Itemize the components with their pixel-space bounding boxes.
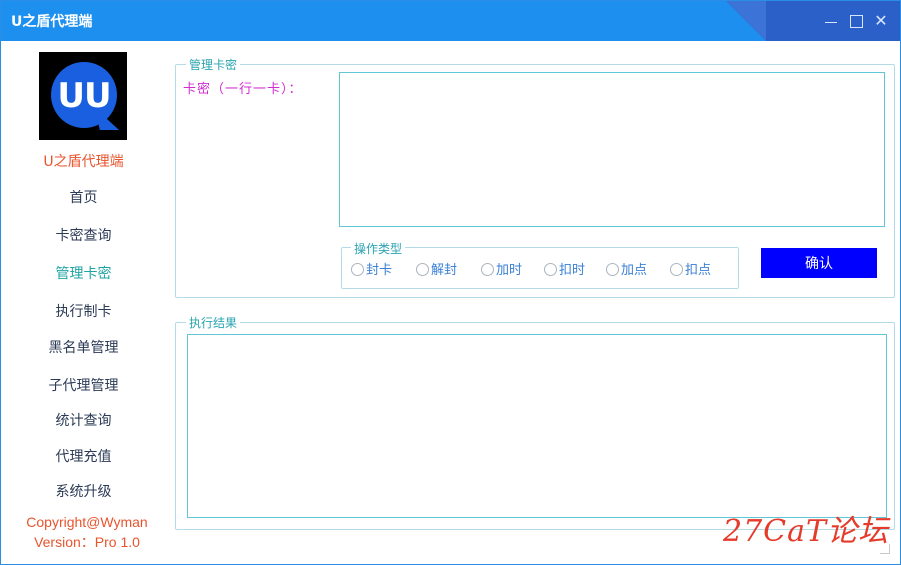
radio-label: 扣时 [559, 263, 586, 278]
result-output-area[interactable] [187, 334, 887, 518]
forum-watermark: 27CaT论坛 [723, 514, 890, 549]
radio-deduct-points[interactable]: 扣点 [670, 259, 712, 278]
radio-ban-card[interactable]: 封卡 [351, 259, 393, 278]
radio-add-points[interactable]: 加点 [606, 259, 648, 278]
sidebar-item-upgrade[interactable]: 系统升级 [1, 481, 166, 501]
radio-circle-icon[interactable] [416, 263, 429, 276]
radio-label: 加时 [496, 263, 523, 278]
app-logo: UU [39, 52, 127, 140]
brand-name: U之盾代理端 [43, 154, 124, 170]
sidebar-item-sub-agents[interactable]: 子代理管理 [1, 375, 166, 395]
sidebar-item-blacklist[interactable]: 黑名单管理 [1, 337, 166, 357]
window-title: U之盾代理端 [11, 14, 93, 30]
sidebar-item-make-cards[interactable]: 执行制卡 [1, 301, 166, 321]
card-input-area[interactable] [339, 72, 885, 227]
radio-circle-icon[interactable] [670, 263, 683, 276]
app-window: U之盾代理端 ✕ UU U之盾代理端 首页 卡密查询 管理卡密 执行制卡 黑名单… [0, 0, 901, 565]
radio-circle-icon[interactable] [481, 263, 494, 276]
radio-unban[interactable]: 解封 [416, 259, 458, 278]
copyright-info: Copyright@Wyman Version：Pro 1.0 [1, 512, 173, 552]
sidebar-item-manage-cards[interactable]: 管理卡密 [1, 263, 166, 283]
close-icon[interactable]: ✕ [873, 13, 889, 29]
sidebar: UU U之盾代理端 首页 卡密查询 管理卡密 执行制卡 黑名单管理 子代理管理 … [1, 41, 166, 564]
manage-cards-group-title: 管理卡密 [186, 56, 241, 73]
radio-circle-icon[interactable] [351, 263, 364, 276]
sidebar-item-statistics[interactable]: 统计查询 [1, 410, 166, 430]
sidebar-item-home[interactable]: 首页 [1, 187, 166, 207]
radio-add-time[interactable]: 加时 [481, 259, 523, 278]
radio-circle-icon[interactable] [544, 263, 557, 276]
title-bar[interactable]: U之盾代理端 ✕ [1, 1, 900, 41]
confirm-button[interactable]: 确认 [761, 248, 877, 278]
titlebar-decoration [726, 1, 766, 41]
radio-circle-icon[interactable] [606, 263, 619, 276]
sidebar-item-recharge[interactable]: 代理充值 [1, 446, 166, 466]
version-text: Version：Pro 1.0 [34, 534, 140, 550]
result-group-title: 执行结果 [186, 314, 241, 331]
maximize-icon[interactable] [848, 13, 864, 29]
logo-text: UU [57, 76, 111, 116]
minimize-icon[interactable] [823, 13, 839, 29]
radio-deduct-time[interactable]: 扣时 [544, 259, 586, 278]
copyright-text: Copyright@Wyman [26, 514, 148, 530]
radio-label: 封卡 [366, 263, 393, 278]
sidebar-item-card-query[interactable]: 卡密查询 [1, 225, 166, 245]
resize-grip-icon[interactable] [880, 544, 890, 554]
operation-type-title: 操作类型 [351, 240, 406, 257]
card-input-label: 卡密（一行一卡）： [183, 82, 303, 97]
radio-label: 解封 [431, 263, 458, 278]
radio-label: 加点 [621, 263, 648, 278]
radio-label: 扣点 [685, 263, 712, 278]
